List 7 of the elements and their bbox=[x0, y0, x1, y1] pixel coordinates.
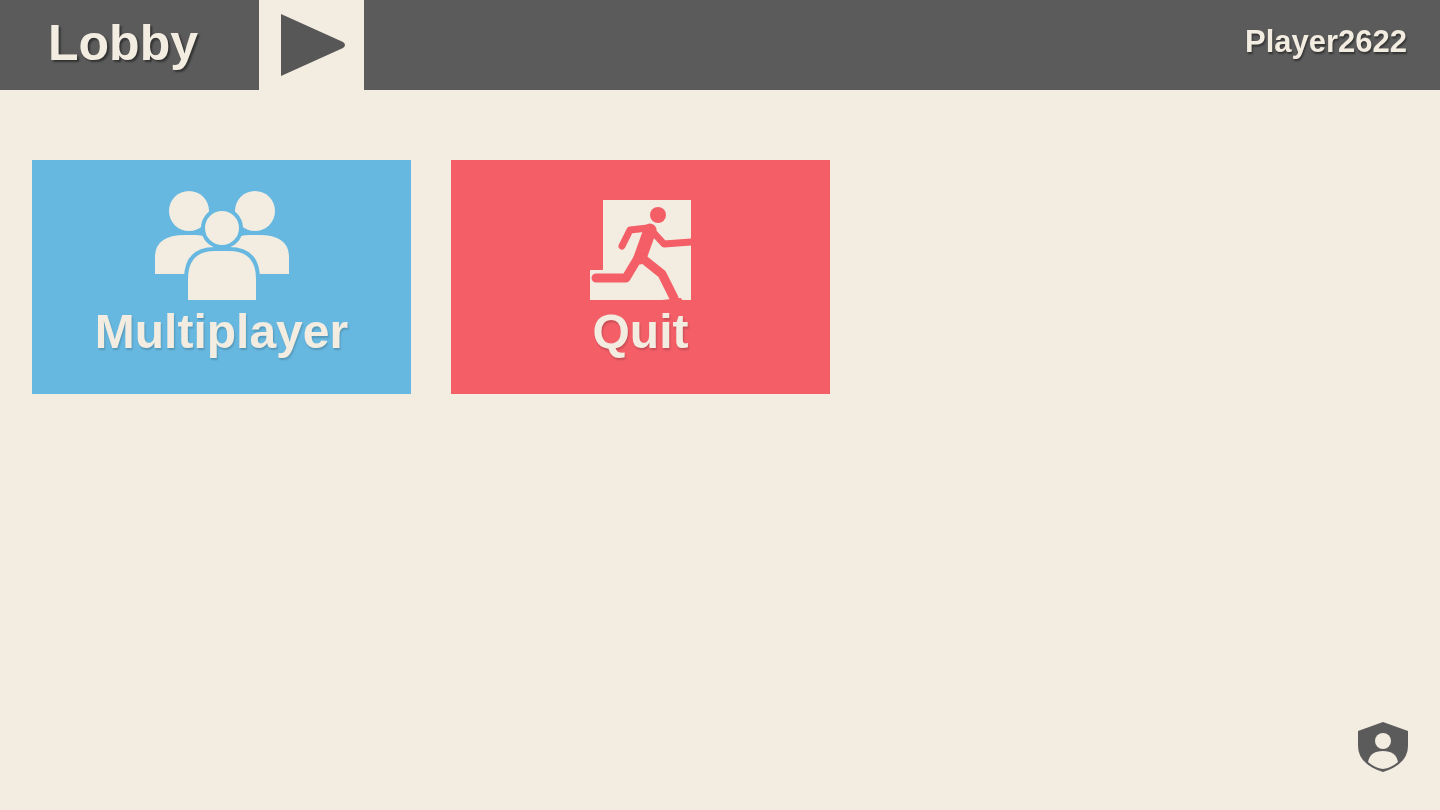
lobby-title: Lobby bbox=[48, 15, 198, 71]
shield-person-icon[interactable] bbox=[1358, 722, 1408, 772]
play-icon bbox=[280, 14, 345, 76]
play-button[interactable] bbox=[259, 0, 364, 90]
multiplayer-tile[interactable]: Multiplayer bbox=[32, 160, 411, 394]
quit-tile[interactable]: Quit bbox=[451, 160, 830, 394]
player-name: Player2622 bbox=[1244, 24, 1407, 60]
